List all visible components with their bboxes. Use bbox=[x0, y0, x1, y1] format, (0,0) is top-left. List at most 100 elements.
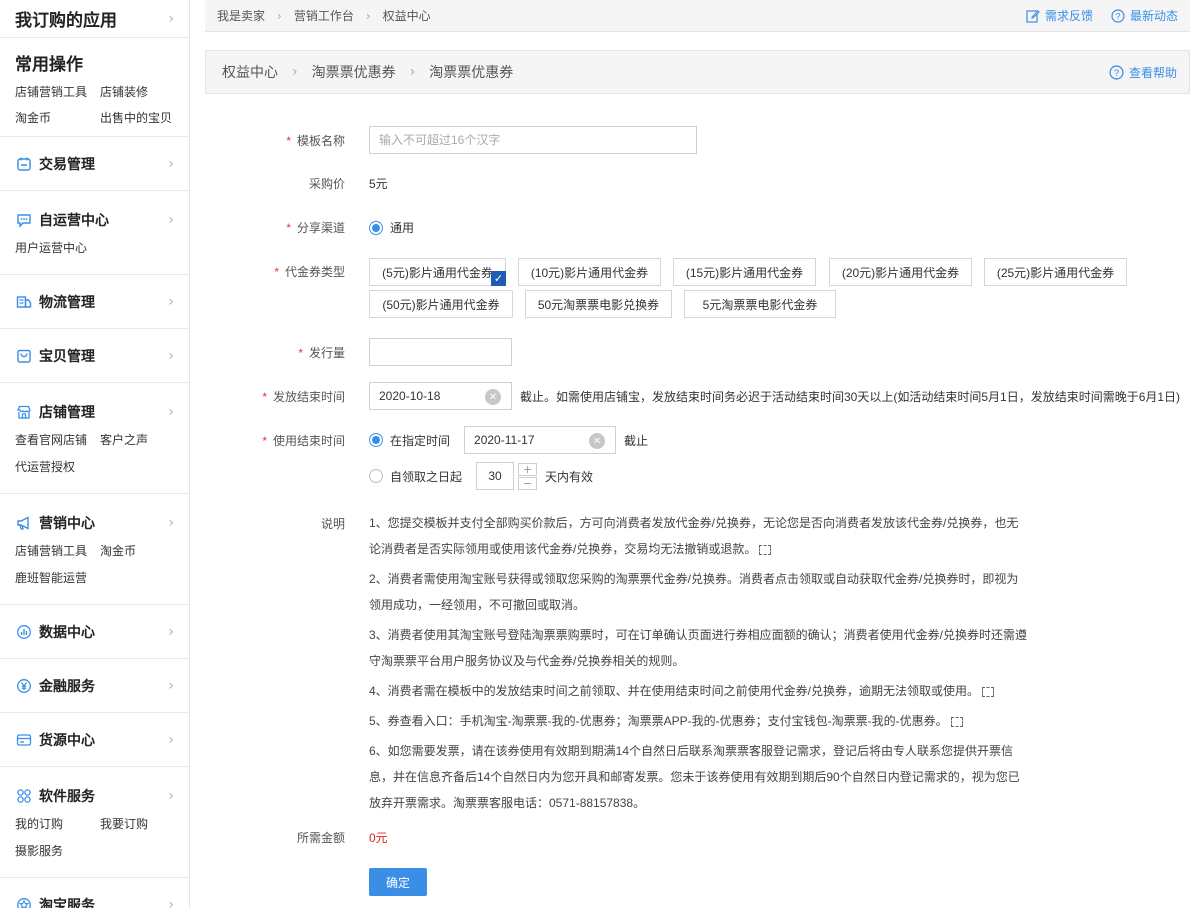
top-breadcrumb-bar: 我是卖家 › 营销工作台 › 权益中心 需求反馈 ? 最新动态 bbox=[205, 0, 1190, 32]
sidebar-item-store[interactable]: 店铺管理 › bbox=[15, 393, 174, 431]
chevron-right-icon: › bbox=[292, 64, 298, 80]
subscribed-apps[interactable]: 我订购的应用 › bbox=[0, 0, 189, 38]
breadcrumb-item[interactable]: 我是卖家 bbox=[217, 7, 265, 24]
use-end-fixed-radio[interactable] bbox=[369, 433, 383, 447]
issue-end-row: * 发放结束时间 2020-10-18 ✕ 截止。如需使用店铺宝，发放结束时间务必… bbox=[205, 382, 1190, 410]
purchase-price-row: 采购价 5元 bbox=[205, 174, 1190, 192]
days-value[interactable]: 30 bbox=[476, 462, 515, 490]
question-icon: ? bbox=[1111, 8, 1125, 23]
sidebar-item-label: 数据中心 bbox=[39, 623, 95, 640]
description-paragraph: 6、如您需要发票，请在该券使用有效期到期满14个自然日后联系淘票票客服登记需求，… bbox=[369, 744, 1020, 810]
sidebar-item-label: 自运营中心 bbox=[39, 212, 109, 228]
coupon-type-option[interactable]: (20元)影片通用代金券 bbox=[829, 258, 972, 286]
description-paragraph: 5、券查看入口：手机淘宝-淘票票-我的-优惠券；淘票票APP-我的-优惠券；支付… bbox=[369, 714, 948, 728]
help-label: 查看帮助 bbox=[1128, 65, 1177, 80]
check-icon: ✓ bbox=[491, 271, 506, 286]
template-name-label: 模板名称 bbox=[296, 133, 345, 148]
sidebar-item-data[interactable]: 数据中心 › bbox=[15, 605, 174, 658]
sidebar-sublink[interactable]: 淘金币 bbox=[100, 542, 189, 559]
sidebar-item-sourcing[interactable]: 货源中心 › bbox=[15, 713, 174, 766]
sidebar-item-label: 店铺管理 bbox=[39, 404, 95, 420]
use-end-relative-row: 自领取之日起 30 + − 天内有效 bbox=[369, 462, 593, 490]
grid-icon bbox=[15, 787, 33, 805]
sidebar-item-marketing[interactable]: 营销中心 › bbox=[15, 504, 174, 542]
sidebar-sublink[interactable]: 用户运营中心 bbox=[15, 239, 100, 256]
description-paragraph: 4、消费者需在模板中的发放结束时间之前领取、并在使用结束时间之前使用代金券/兑换… bbox=[369, 684, 980, 698]
svg-text:?: ? bbox=[1114, 68, 1119, 79]
feedback-link[interactable]: 需求反馈 bbox=[1026, 7, 1093, 24]
chevron-right-icon: › bbox=[168, 515, 174, 531]
minus-icon[interactable]: − bbox=[518, 476, 538, 490]
sidebar-sublink[interactable]: 我的订购 bbox=[15, 815, 100, 832]
coupon-type-option[interactable]: (10元)影片通用代金券 bbox=[518, 258, 661, 286]
coupon-type-option[interactable]: 5元淘票票电影代金券 bbox=[684, 290, 836, 318]
chat-icon bbox=[15, 211, 33, 229]
issue-amount-label: 发行量 bbox=[308, 345, 345, 360]
coupon-type-option[interactable]: 50元淘票票电影兑换券 bbox=[525, 290, 672, 318]
chevron-right-icon: › bbox=[365, 8, 371, 23]
sidebar-item-label: 宝贝管理 bbox=[39, 347, 95, 364]
template-name-input[interactable] bbox=[369, 126, 697, 154]
sidebar-item-taobao[interactable]: 淘宝服务 › bbox=[15, 878, 174, 908]
breadcrumb-item[interactable]: 权益中心 bbox=[222, 62, 278, 82]
breadcrumb-item: 权益中心 bbox=[382, 9, 431, 23]
card-icon bbox=[15, 731, 33, 749]
sidebar-sublink[interactable]: 客户之声 bbox=[100, 431, 189, 448]
sidebar-section-logistics: 物流管理 › bbox=[0, 275, 189, 329]
news-link[interactable]: ? 最新动态 bbox=[1111, 7, 1178, 24]
total-label: 所需金额 bbox=[296, 830, 345, 845]
sidebar-item-self-ops[interactable]: 自运营中心 › bbox=[15, 201, 174, 239]
days-stepper[interactable]: 30 + − bbox=[476, 462, 538, 490]
sidebar-sublink[interactable]: 代运营授权 bbox=[15, 458, 100, 475]
use-end-date-value: 2020-11-17 bbox=[474, 433, 535, 447]
sidebar-section-software: 软件服务 › 我的订购 我要订购 摄影服务 bbox=[0, 777, 189, 878]
share-channel-radio[interactable] bbox=[369, 220, 383, 235]
sidebar-item-label: 营销中心 bbox=[39, 515, 95, 531]
common-link[interactable]: 淘金币 bbox=[15, 109, 100, 126]
sidebar-section-sourcing: 货源中心 › bbox=[0, 713, 189, 767]
clear-icon[interactable]: ✕ bbox=[589, 433, 606, 449]
chart-icon bbox=[15, 623, 33, 641]
use-end-date-field[interactable]: 2020-11-17 ✕ bbox=[464, 426, 617, 454]
sidebar-sublink[interactable]: 鹿班智能运营 bbox=[15, 569, 100, 586]
issue-amount-input[interactable] bbox=[369, 338, 512, 366]
coupon-type-option[interactable]: (15元)影片通用代金券 bbox=[673, 258, 816, 286]
common-link[interactable]: 店铺营销工具 bbox=[15, 83, 100, 100]
sidebar-item-label: 金融服务 bbox=[39, 677, 95, 694]
breadcrumb-item[interactable]: 营销工作台 bbox=[294, 7, 354, 24]
news-label: 最新动态 bbox=[1129, 9, 1178, 23]
issue-end-date-field[interactable]: 2020-10-18 ✕ bbox=[369, 382, 512, 410]
coupon-type-option[interactable]: (25元)影片通用代金券 bbox=[984, 258, 1127, 286]
plus-icon[interactable]: + bbox=[518, 462, 538, 476]
sidebar-item-finance[interactable]: 金融服务 › bbox=[15, 659, 174, 712]
coupon-type-option-label: (20元)影片通用代金券 bbox=[841, 265, 960, 280]
use-end-relative-radio[interactable] bbox=[369, 469, 383, 483]
submit-button[interactable]: 确定 bbox=[369, 868, 427, 896]
coupon-type-option-label: (10元)影片通用代金券 bbox=[530, 265, 649, 280]
clear-icon[interactable]: ✕ bbox=[485, 389, 501, 405]
sidebar-item-trade[interactable]: 交易管理 › bbox=[15, 137, 174, 190]
chevron-right-icon: › bbox=[168, 404, 174, 420]
sidebar-item-label: 货源中心 bbox=[39, 731, 95, 748]
sidebar-sublink[interactable]: 查看官网店铺 bbox=[15, 431, 100, 448]
common-link[interactable]: 出售中的宝贝 bbox=[100, 109, 189, 126]
sidebar-item-items[interactable]: 宝贝管理 › bbox=[15, 329, 174, 382]
sidebar-sublink[interactable]: 摄影服务 bbox=[15, 842, 100, 859]
star-icon bbox=[15, 896, 33, 908]
truck-icon bbox=[15, 293, 33, 311]
sidebar-item-software[interactable]: 软件服务 › bbox=[15, 777, 174, 815]
coupon-type-option[interactable]: (50元)影片通用代金券 bbox=[369, 290, 513, 318]
page-header: 权益中心 › 淘票票优惠券 › 淘票票优惠券 ? 查看帮助 bbox=[205, 50, 1190, 94]
coupon-type-option[interactable]: (5元)影片通用代金券 ✓ bbox=[369, 258, 506, 286]
sidebar-sublink[interactable]: 我要订购 bbox=[100, 815, 189, 832]
breadcrumb-item[interactable]: 淘票票优惠券 bbox=[312, 62, 396, 82]
chevron-right-icon: › bbox=[168, 10, 174, 27]
common-link[interactable]: 店铺装修 bbox=[100, 83, 189, 100]
chevron-right-icon: › bbox=[409, 64, 416, 80]
coupon-type-option-label: (5元)影片通用代金券 bbox=[382, 265, 493, 280]
feedback-label: 需求反馈 bbox=[1044, 9, 1093, 23]
help-link[interactable]: ? 查看帮助 bbox=[1109, 64, 1177, 81]
sidebar-sublink[interactable]: 店铺营销工具 bbox=[15, 542, 100, 559]
coupon-type-option-label: (15元)影片通用代金券 bbox=[685, 265, 804, 280]
sidebar-item-logistics[interactable]: 物流管理 › bbox=[15, 275, 174, 328]
